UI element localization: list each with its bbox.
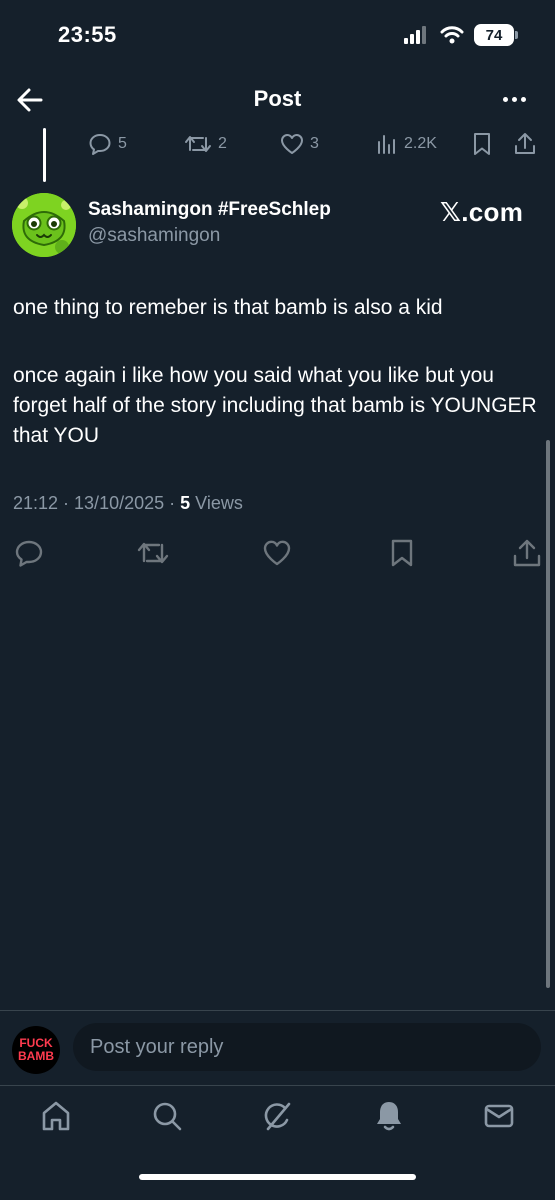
home-icon (42, 1101, 70, 1131)
nav-messages[interactable] (483, 1099, 515, 1133)
post-paragraph: one thing to remeber is that bamb is als… (13, 296, 443, 319)
parent-repost-button[interactable]: 2 (184, 130, 227, 158)
post-paragraph: once again i like how you said what you … (13, 364, 537, 447)
author-avatar[interactable] (12, 193, 76, 257)
thread-connector-line (43, 128, 46, 182)
share-icon (513, 539, 541, 567)
x-com-badge: 𝕏.com (440, 197, 524, 227)
views-label: Views (190, 493, 243, 513)
post-text: one thing to remeber is that bamb is als… (13, 293, 548, 489)
more-dot (502, 96, 508, 102)
grok-icon (264, 1102, 291, 1131)
nav-search[interactable] (151, 1099, 183, 1133)
more-dot (511, 96, 517, 102)
nav-notifications[interactable] (373, 1099, 405, 1133)
reply-icon (89, 134, 111, 155)
more-options-button[interactable] (498, 86, 530, 112)
author-handle[interactable]: @sashamingon (88, 225, 220, 247)
share-icon (515, 133, 535, 154)
author-display-name[interactable]: Sashamingon #FreeSchlep (88, 199, 331, 221)
post-metadata: 21:12 · 13/10/2025 · 5 Views (13, 493, 243, 514)
reply-button[interactable] (14, 538, 44, 568)
views-icon (378, 135, 395, 154)
reply-icon (15, 540, 43, 567)
parent-like-count: 3 (310, 135, 319, 152)
parent-reply-button[interactable]: 5 (88, 130, 127, 158)
reply-avatar: FUCK BAMB (12, 1026, 60, 1074)
reply-placeholder: Post your reply (90, 1035, 224, 1058)
scrollbar[interactable] (546, 440, 550, 988)
post-timestamp[interactable]: 21:12 · 13/10/2025 · (13, 493, 180, 513)
repost-icon (185, 136, 211, 152)
repost-button[interactable] (137, 538, 169, 568)
home-indicator[interactable] (139, 1174, 416, 1180)
status-time: 23:55 (58, 22, 117, 47)
nav-home[interactable] (40, 1099, 72, 1133)
notifications-icon (377, 1102, 401, 1131)
share-button[interactable] (512, 538, 542, 568)
more-dot (520, 96, 526, 102)
reply-avatar-text: BAMB (18, 1049, 54, 1063)
bookmark-button[interactable] (389, 538, 419, 568)
frog-avatar-icon (12, 193, 76, 257)
reply-input[interactable]: Post your reply (73, 1023, 541, 1071)
search-icon (153, 1102, 182, 1131)
nav-divider (0, 1085, 555, 1086)
wifi-icon (440, 26, 464, 44)
bookmark-icon (391, 539, 413, 567)
reply-divider (0, 1010, 555, 1011)
battery-indicator: 74 (474, 24, 518, 46)
parent-bookmark-button[interactable] (472, 130, 492, 158)
post-view-count: 5 (180, 493, 191, 513)
parent-like-button[interactable]: 3 (280, 130, 319, 158)
page-title: Post (253, 86, 302, 111)
like-button[interactable] (262, 538, 292, 568)
nav-grok[interactable] (262, 1099, 294, 1133)
heart-icon (281, 134, 303, 154)
messages-icon (484, 1104, 514, 1128)
parent-view-count: 2.2K (404, 135, 437, 152)
parent-share-button[interactable] (514, 130, 536, 158)
repost-icon (137, 542, 169, 564)
signal-icon (404, 26, 426, 44)
parent-reply-count: 5 (118, 135, 127, 152)
status-icons: 74 (404, 24, 518, 46)
heart-icon (263, 540, 291, 566)
parent-views-button[interactable]: 2.2K (376, 130, 437, 158)
parent-repost-count: 2 (218, 135, 227, 152)
bookmark-icon (474, 133, 490, 155)
